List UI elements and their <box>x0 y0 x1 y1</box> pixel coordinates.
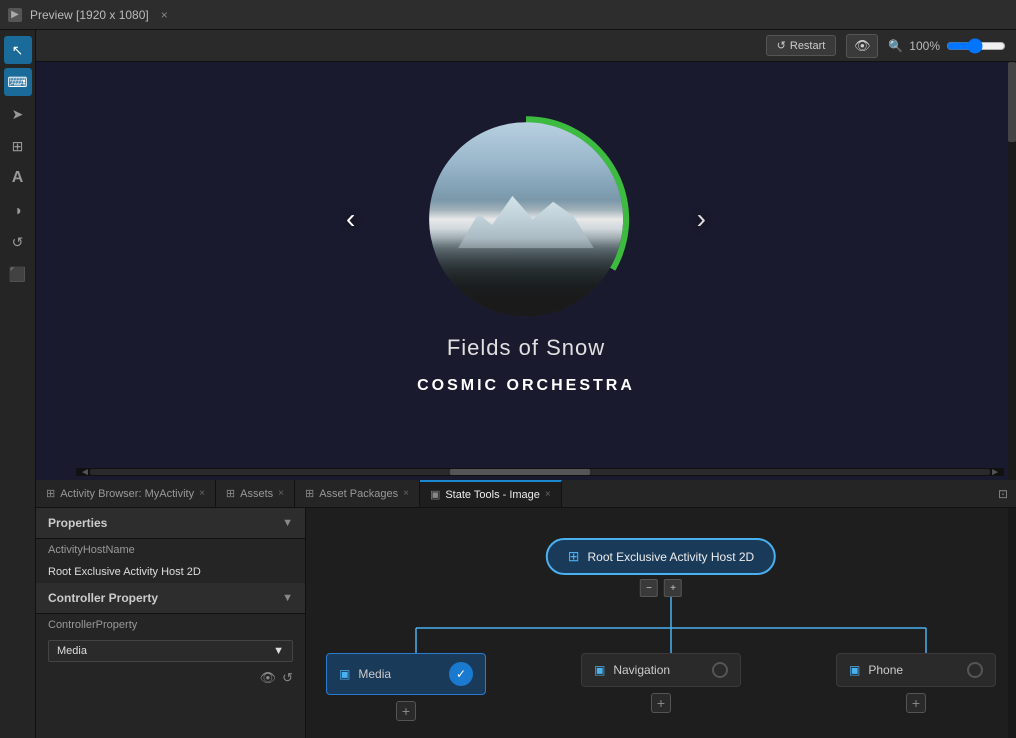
conn-minus-btn[interactable]: − <box>640 579 658 597</box>
restart-icon: ↺ <box>777 39 786 52</box>
tab-close-packages[interactable]: × <box>403 488 409 499</box>
tab-icon-activity: ⊞ <box>46 487 55 500</box>
zoom-area: 🔍 100% <box>888 38 1006 54</box>
phone-add-btn[interactable]: + <box>906 693 926 713</box>
title-bar-icon: ▶ <box>8 8 22 22</box>
sidebar-icon-keyboard[interactable]: ⌨ <box>4 68 32 96</box>
tab-asset-packages[interactable]: ⊞ Asset Packages × <box>295 480 420 507</box>
expand-button[interactable]: ⊡ <box>990 480 1016 507</box>
sidebar: ↖ ⌨ ➤ ⊞ A ◑ ↺ ⬛ <box>0 30 36 738</box>
media-dropdown-chevron: ▼ <box>273 645 284 657</box>
album-art <box>429 122 623 316</box>
zoom-slider[interactable] <box>946 38 1006 54</box>
conn-plus-btn[interactable]: + <box>664 579 682 597</box>
zoom-icon: 🔍 <box>888 39 903 53</box>
child-node-phone[interactable]: ▣ Phone <box>836 653 996 687</box>
root-node-icon: ⊞ <box>568 548 580 565</box>
sidebar-icon-layers[interactable]: ◑ <box>4 196 32 224</box>
activity-host-value: Root Exclusive Activity Host 2D <box>36 561 305 583</box>
nav-dot <box>712 662 728 678</box>
next-arrow[interactable]: › <box>697 203 706 235</box>
tab-close-activity[interactable]: × <box>199 488 205 499</box>
media-value: Media <box>57 645 87 657</box>
tab-icon-packages: ⊞ <box>305 487 314 500</box>
prev-arrow[interactable]: ‹ <box>346 203 355 235</box>
expand-icon: ⊡ <box>998 487 1008 501</box>
child-node-navigation-wrap: ▣ Navigation + <box>581 653 741 713</box>
track-title: Fields of Snow <box>447 335 605 361</box>
sidebar-icon-cursor[interactable]: ↖ <box>4 36 32 64</box>
child-node-media-wrap: ▣ Media ✓ + <box>326 653 486 721</box>
title-bar-close-button[interactable]: × <box>161 8 168 22</box>
properties-title: Properties <box>48 516 107 530</box>
phone-dot <box>967 662 983 678</box>
sidebar-icon-table[interactable]: ⊞ <box>4 132 32 160</box>
media-add-btn[interactable]: + <box>396 701 416 721</box>
tab-bar: ⊞ Activity Browser: MyActivity × ⊞ Asset… <box>36 480 1016 508</box>
phone-node-label: Phone <box>868 663 903 677</box>
title-bar: ▶ Preview [1920 x 1080] × <box>0 0 1016 30</box>
root-node-label: Root Exclusive Activity Host 2D <box>588 550 755 564</box>
controller-chevron: ▼ <box>282 592 293 604</box>
main-area: ↖ ⌨ ➤ ⊞ A ◑ ↺ ⬛ ↺ Restart 👁 🔍 100% <box>0 30 1016 738</box>
restart-button[interactable]: ↺ Restart <box>766 35 837 56</box>
track-artist: COSMIC ORCHESTRA <box>417 377 635 395</box>
tab-activity-browser[interactable]: ⊞ Activity Browser: MyActivity × <box>36 480 216 507</box>
bottom-panel: Properties ▼ ActivityHostName Root Exclu… <box>36 508 1016 738</box>
root-node[interactable]: ⊞ Root Exclusive Activity Host 2D − + <box>546 538 776 597</box>
root-conn-row: − + <box>546 579 776 597</box>
v-scrollbar[interactable] <box>1008 62 1016 480</box>
properties-panel: Properties ▼ ActivityHostName Root Exclu… <box>36 508 306 738</box>
sidebar-icon-text[interactable]: A <box>4 164 32 192</box>
controller-section-header[interactable]: Controller Property ▼ <box>36 583 305 614</box>
nav-add-btn[interactable]: + <box>651 693 671 713</box>
sidebar-icon-arrow[interactable]: ➤ <box>4 100 32 128</box>
tab-close-state[interactable]: × <box>545 489 551 500</box>
controller-property-label: ControllerProperty <box>36 614 305 636</box>
music-player: ‹ › Fields of Snow COSMIC <box>417 119 635 395</box>
media-dropdown-row: Media ▼ <box>36 636 305 666</box>
nav-node-icon: ▣ <box>594 663 605 677</box>
tab-icon-assets: ⊞ <box>226 487 235 500</box>
node-graph: ⊞ Root Exclusive Activity Host 2D − + ▣ … <box>306 508 1016 738</box>
activity-host-label: ActivityHostName <box>36 539 305 561</box>
child-node-navigation[interactable]: ▣ Navigation <box>581 653 741 687</box>
preview-canvas: ‹ › Fields of Snow COSMIC <box>36 62 1016 480</box>
tab-close-assets[interactable]: × <box>278 488 284 499</box>
title-bar-text: Preview [1920 x 1080] <box>30 8 149 22</box>
sidebar-icon-sync[interactable]: ↺ <box>4 228 32 256</box>
phone-node-icon: ▣ <box>849 663 860 677</box>
media-node-label: Media <box>358 667 391 681</box>
preview-toolbar: ↺ Restart 👁 🔍 100% <box>36 30 1016 62</box>
tab-state-tools[interactable]: ▣ State Tools - Image × <box>420 480 562 507</box>
media-dropdown[interactable]: Media ▼ <box>48 640 293 662</box>
graph-vscrollbar[interactable] <box>1008 508 1016 738</box>
tab-icon-state: ▣ <box>430 488 440 501</box>
refresh-icon[interactable]: ↺ <box>282 670 293 686</box>
visibility-button[interactable]: 👁 <box>846 34 878 58</box>
nav-node-label: Navigation <box>613 663 670 677</box>
tab-assets[interactable]: ⊞ Assets × <box>216 480 295 507</box>
media-node-icon: ▣ <box>339 667 350 681</box>
right-panel: ↺ Restart 👁 🔍 100% ‹ <box>36 30 1016 738</box>
properties-section-header[interactable]: Properties ▼ <box>36 508 305 539</box>
prop-actions: 👁 ↺ <box>36 666 305 690</box>
properties-chevron: ▼ <box>282 517 293 529</box>
child-node-phone-wrap: ▣ Phone + <box>836 653 996 713</box>
controller-title: Controller Property <box>48 591 158 605</box>
media-check-icon: ✓ <box>449 662 473 686</box>
zoom-level: 100% <box>909 39 940 53</box>
child-node-media[interactable]: ▣ Media ✓ <box>326 653 486 695</box>
visibility-toggle-icon[interactable]: 👁 <box>260 670 277 686</box>
sidebar-icon-group[interactable]: ⬛ <box>4 260 32 288</box>
h-scrollbar[interactable]: ◄ ► <box>76 468 1004 476</box>
